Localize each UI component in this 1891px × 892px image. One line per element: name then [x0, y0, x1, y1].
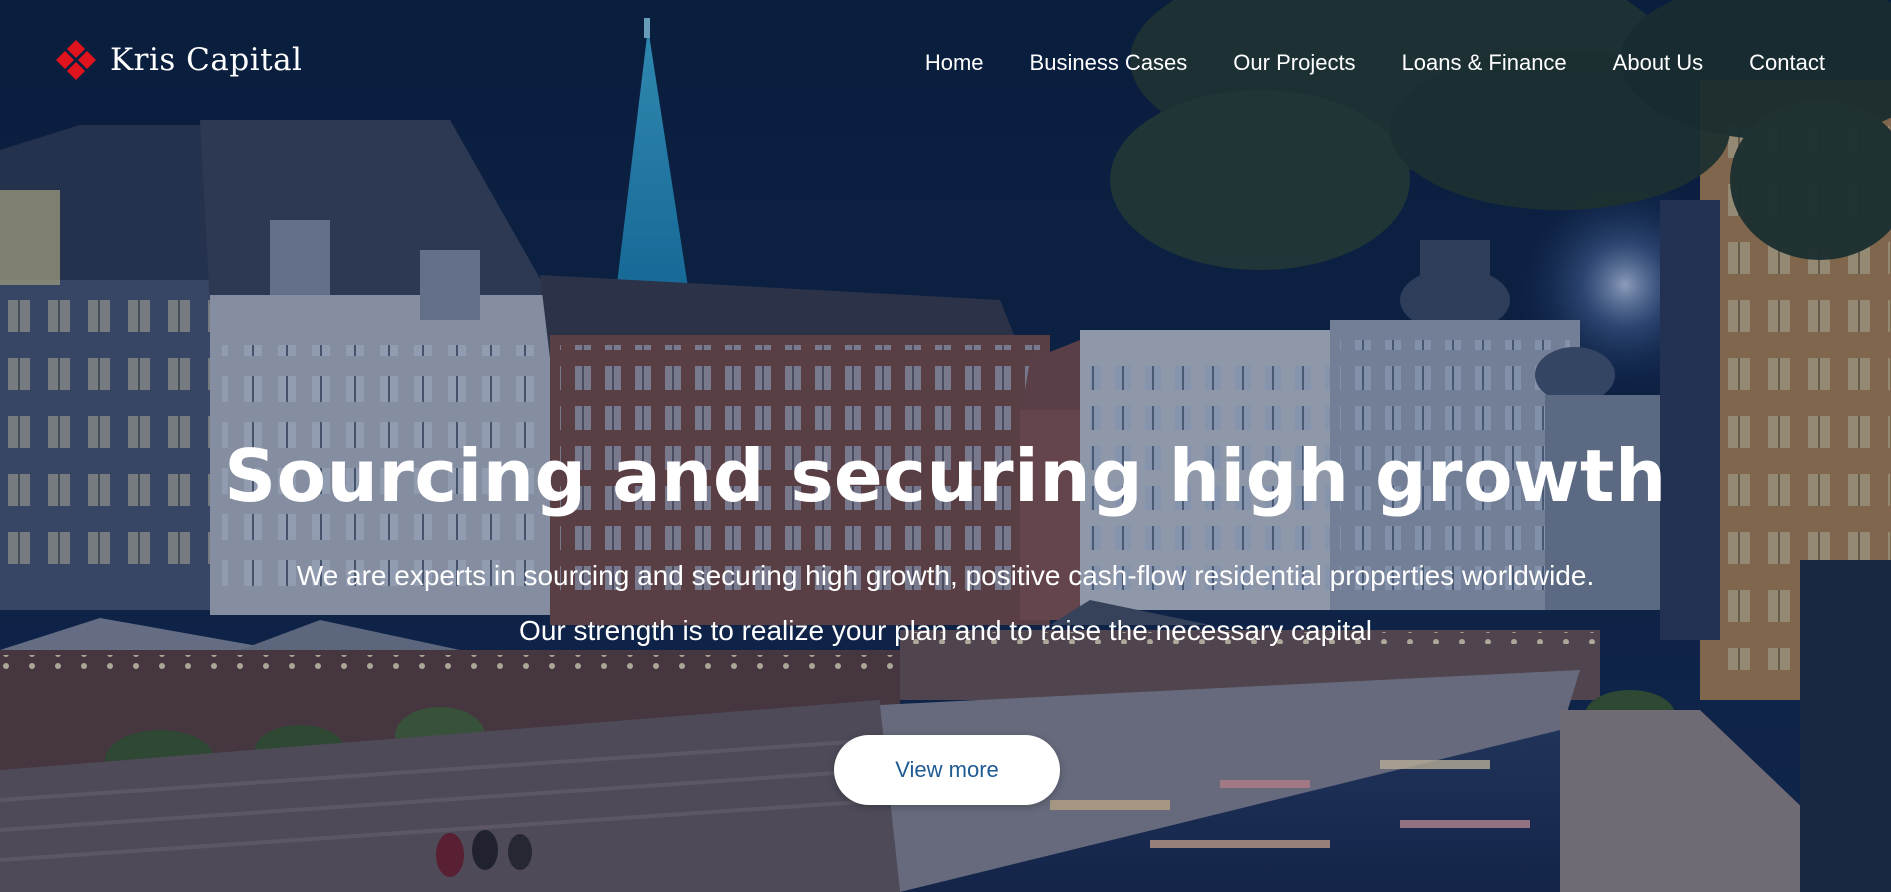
- site-header: Kris Capital Home Business Cases Our Pro…: [0, 0, 1891, 132]
- brand-name: Kris Capital: [110, 42, 303, 78]
- nav-item-about-us[interactable]: About Us: [1613, 50, 1704, 76]
- hero-section: Sourcing and securing high growth We are…: [0, 430, 1891, 658]
- hero-subtitle: We are experts in sourcing and securing …: [296, 560, 1595, 646]
- nav-item-contact[interactable]: Contact: [1749, 50, 1825, 76]
- red-diamond-cluster-icon: [56, 40, 96, 80]
- brand-logo[interactable]: Kris Capital: [56, 40, 302, 80]
- nav-item-home[interactable]: Home: [925, 50, 984, 76]
- nav-item-our-projects[interactable]: Our Projects: [1233, 50, 1355, 76]
- view-more-button[interactable]: View more: [834, 735, 1060, 805]
- hero-title: Sourcing and securing high growth: [224, 434, 1667, 518]
- nav-item-loans-finance[interactable]: Loans & Finance: [1402, 50, 1567, 76]
- main-nav: Home Business Cases Our Projects Loans &…: [925, 50, 1825, 76]
- nav-item-business-cases[interactable]: Business Cases: [1030, 50, 1188, 76]
